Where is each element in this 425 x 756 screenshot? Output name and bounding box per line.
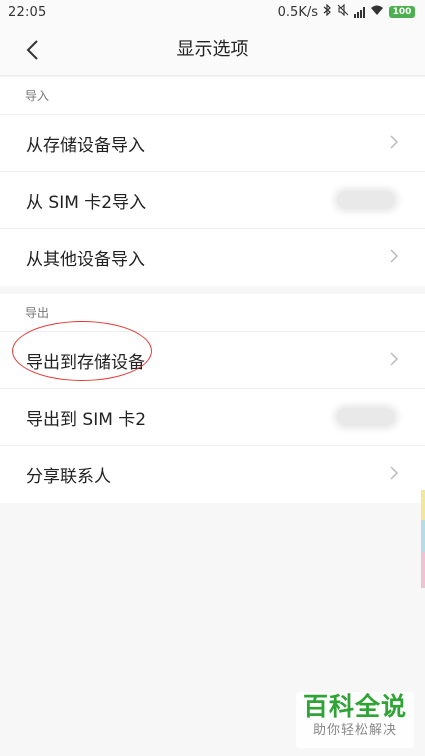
blurred-value [337, 191, 395, 209]
export-to-sim-row[interactable]: 导出到 SIM 卡2 [0, 389, 425, 446]
page-title: 显示选项 [176, 39, 249, 60]
app-header: 显示选项 [0, 24, 425, 76]
net-speed: 0.5K/s [277, 4, 318, 20]
watermark-title: 百科全说 [302, 692, 407, 721]
blurred-value [337, 408, 395, 426]
import-from-storage-row[interactable]: 从存储设备导入 [0, 115, 425, 172]
side-strip-yellow [421, 490, 425, 520]
signal-icon [354, 6, 365, 18]
import-section: 导入 从存储设备导入 从 SIM 卡2导入 从其他设备导入 [0, 77, 425, 286]
watermark-subtitle: 助你轻松解决 [312, 723, 397, 738]
row-label: 从存储设备导入 [26, 135, 145, 156]
battery-icon: 100 [389, 6, 415, 18]
side-strip-pink [421, 552, 425, 588]
chevron-left-icon [26, 40, 38, 60]
export-section: 导出 导出到存储设备 导出到 SIM 卡2 分享联系人 [0, 294, 425, 503]
chevron-right-icon [389, 462, 399, 487]
chevron-right-icon [389, 348, 399, 373]
import-from-sim-row[interactable]: 从 SIM 卡2导入 [0, 172, 425, 229]
row-label: 导出到 SIM 卡2 [26, 409, 147, 430]
import-from-other-device-row[interactable]: 从其他设备导入 [0, 229, 425, 286]
status-icons: 0.5K/s 100 [277, 3, 415, 20]
export-section-label: 导出 [0, 294, 425, 332]
row-label: 从 SIM 卡2导入 [26, 192, 147, 213]
row-label: 从其他设备导入 [26, 250, 145, 270]
wifi-icon [370, 5, 384, 20]
row-label: 分享联系人 [26, 467, 111, 487]
status-bar: 22:05 0.5K/s 100 [0, 0, 425, 24]
import-section-label: 导入 [0, 77, 425, 115]
mute-icon [337, 3, 349, 20]
watermark-logo: 百科全说 助你轻松解决 [296, 692, 414, 748]
chevron-right-icon [389, 245, 399, 270]
export-to-storage-row[interactable]: 导出到存储设备 [0, 332, 425, 389]
back-button[interactable] [18, 36, 46, 64]
bluetooth-icon [323, 3, 332, 20]
side-strip-blue [421, 520, 425, 552]
share-contacts-row[interactable]: 分享联系人 [0, 446, 425, 503]
status-time: 22:05 [8, 4, 47, 20]
row-label: 导出到存储设备 [26, 352, 145, 373]
chevron-right-icon [389, 131, 399, 156]
